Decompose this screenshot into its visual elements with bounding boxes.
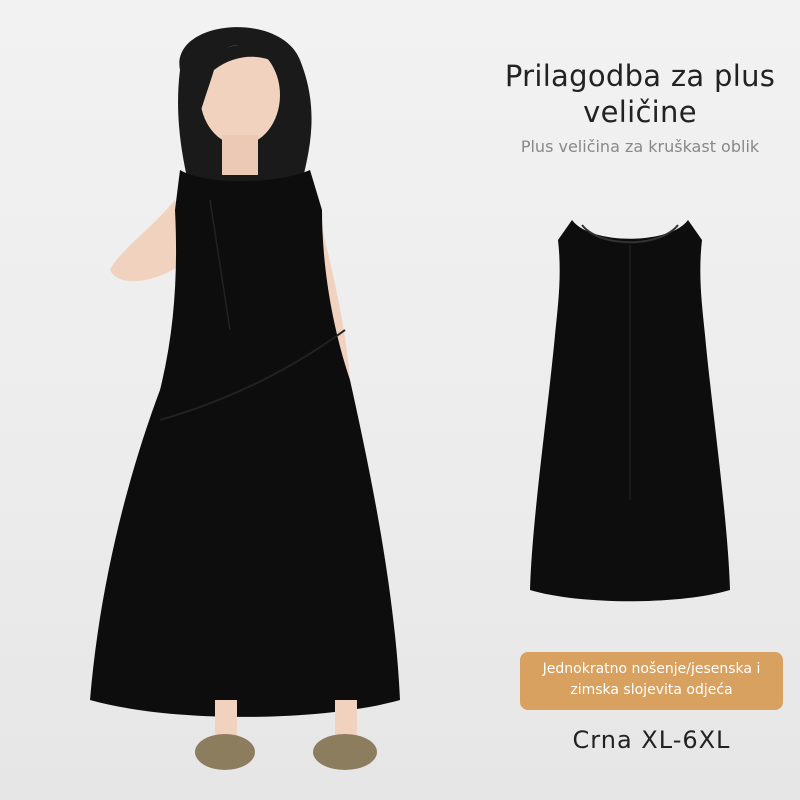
feature-badge: Jednokratno nošenje/jesenska i zimska sl… [520,652,783,710]
product-banner: Prilagodba za plus veličine Plus veličin… [0,0,800,800]
model-photo [90,27,400,770]
color-size-label: Crna XL-6XL [572,726,731,754]
headline: Prilagodba za plus veličine [504,59,776,129]
subheadline: Plus veličina za kruškast oblik [520,137,760,156]
dress-product-image [530,220,730,602]
